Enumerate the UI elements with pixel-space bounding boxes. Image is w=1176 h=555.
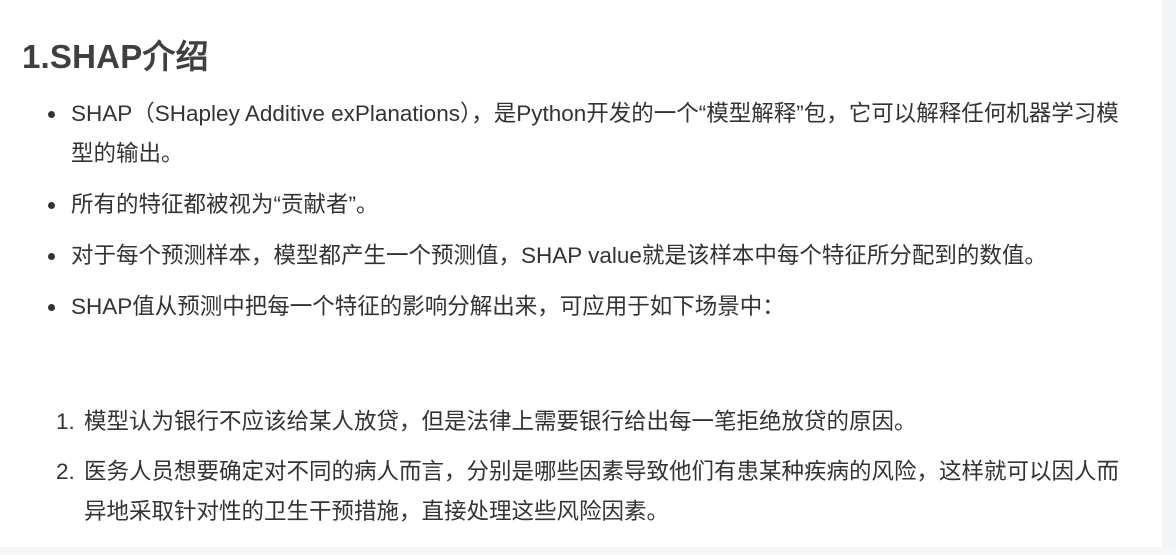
list-item: 所有的特征都被视为“贡献者”。 <box>0 185 1160 225</box>
list-item-number: 1. <box>56 409 75 434</box>
list-item-text: SHAP（SHapley Additive exPlanations），是Pyt… <box>71 101 1119 166</box>
bullet-dot-icon <box>48 304 55 311</box>
scenario-list: 1. 模型认为银行不应该给某人放贷，但是法律上需要银行给出每一笔拒绝放贷的原因。… <box>0 402 1160 542</box>
bullet-list: SHAP（SHapley Additive exPlanations），是Pyt… <box>0 94 1160 338</box>
bullet-dot-icon <box>48 202 55 209</box>
section-heading: 1.SHAP介绍 <box>22 38 209 75</box>
list-item-text: SHAP值从预测中把每一个特征的影响分解出来，可应用于如下场景中： <box>71 294 785 319</box>
list-item-text: 所有的特征都被视为“贡献者”。 <box>71 192 379 217</box>
list-item-number: 2. <box>56 459 75 484</box>
list-item-text: 对于每个预测样本，模型都产生一个预测值，SHAP value就是该样本中每个特征… <box>71 243 1047 268</box>
page-right-gutter <box>1162 0 1176 555</box>
list-item-text: 模型认为银行不应该给某人放贷，但是法律上需要银行给出每一笔拒绝放贷的原因。 <box>84 409 917 434</box>
bullet-dot-icon <box>48 111 55 118</box>
list-item-text: 医务人员想要确定对不同的病人而言，分别是哪些因素导致他们有患某种疾病的风险，这样… <box>84 459 1120 524</box>
bullet-dot-icon <box>48 253 55 260</box>
list-item: 2. 医务人员想要确定对不同的病人而言，分别是哪些因素导致他们有患某种疾病的风险… <box>0 452 1160 532</box>
list-item: 对于每个预测样本，模型都产生一个预测值，SHAP value就是该样本中每个特征… <box>0 236 1160 276</box>
list-item: SHAP（SHapley Additive exPlanations），是Pyt… <box>0 94 1160 174</box>
list-item: SHAP值从预测中把每一个特征的影响分解出来，可应用于如下场景中： <box>0 287 1160 327</box>
list-item: 1. 模型认为银行不应该给某人放贷，但是法律上需要银行给出每一笔拒绝放贷的原因。 <box>0 402 1160 442</box>
page-bottom-gutter <box>0 547 1176 555</box>
